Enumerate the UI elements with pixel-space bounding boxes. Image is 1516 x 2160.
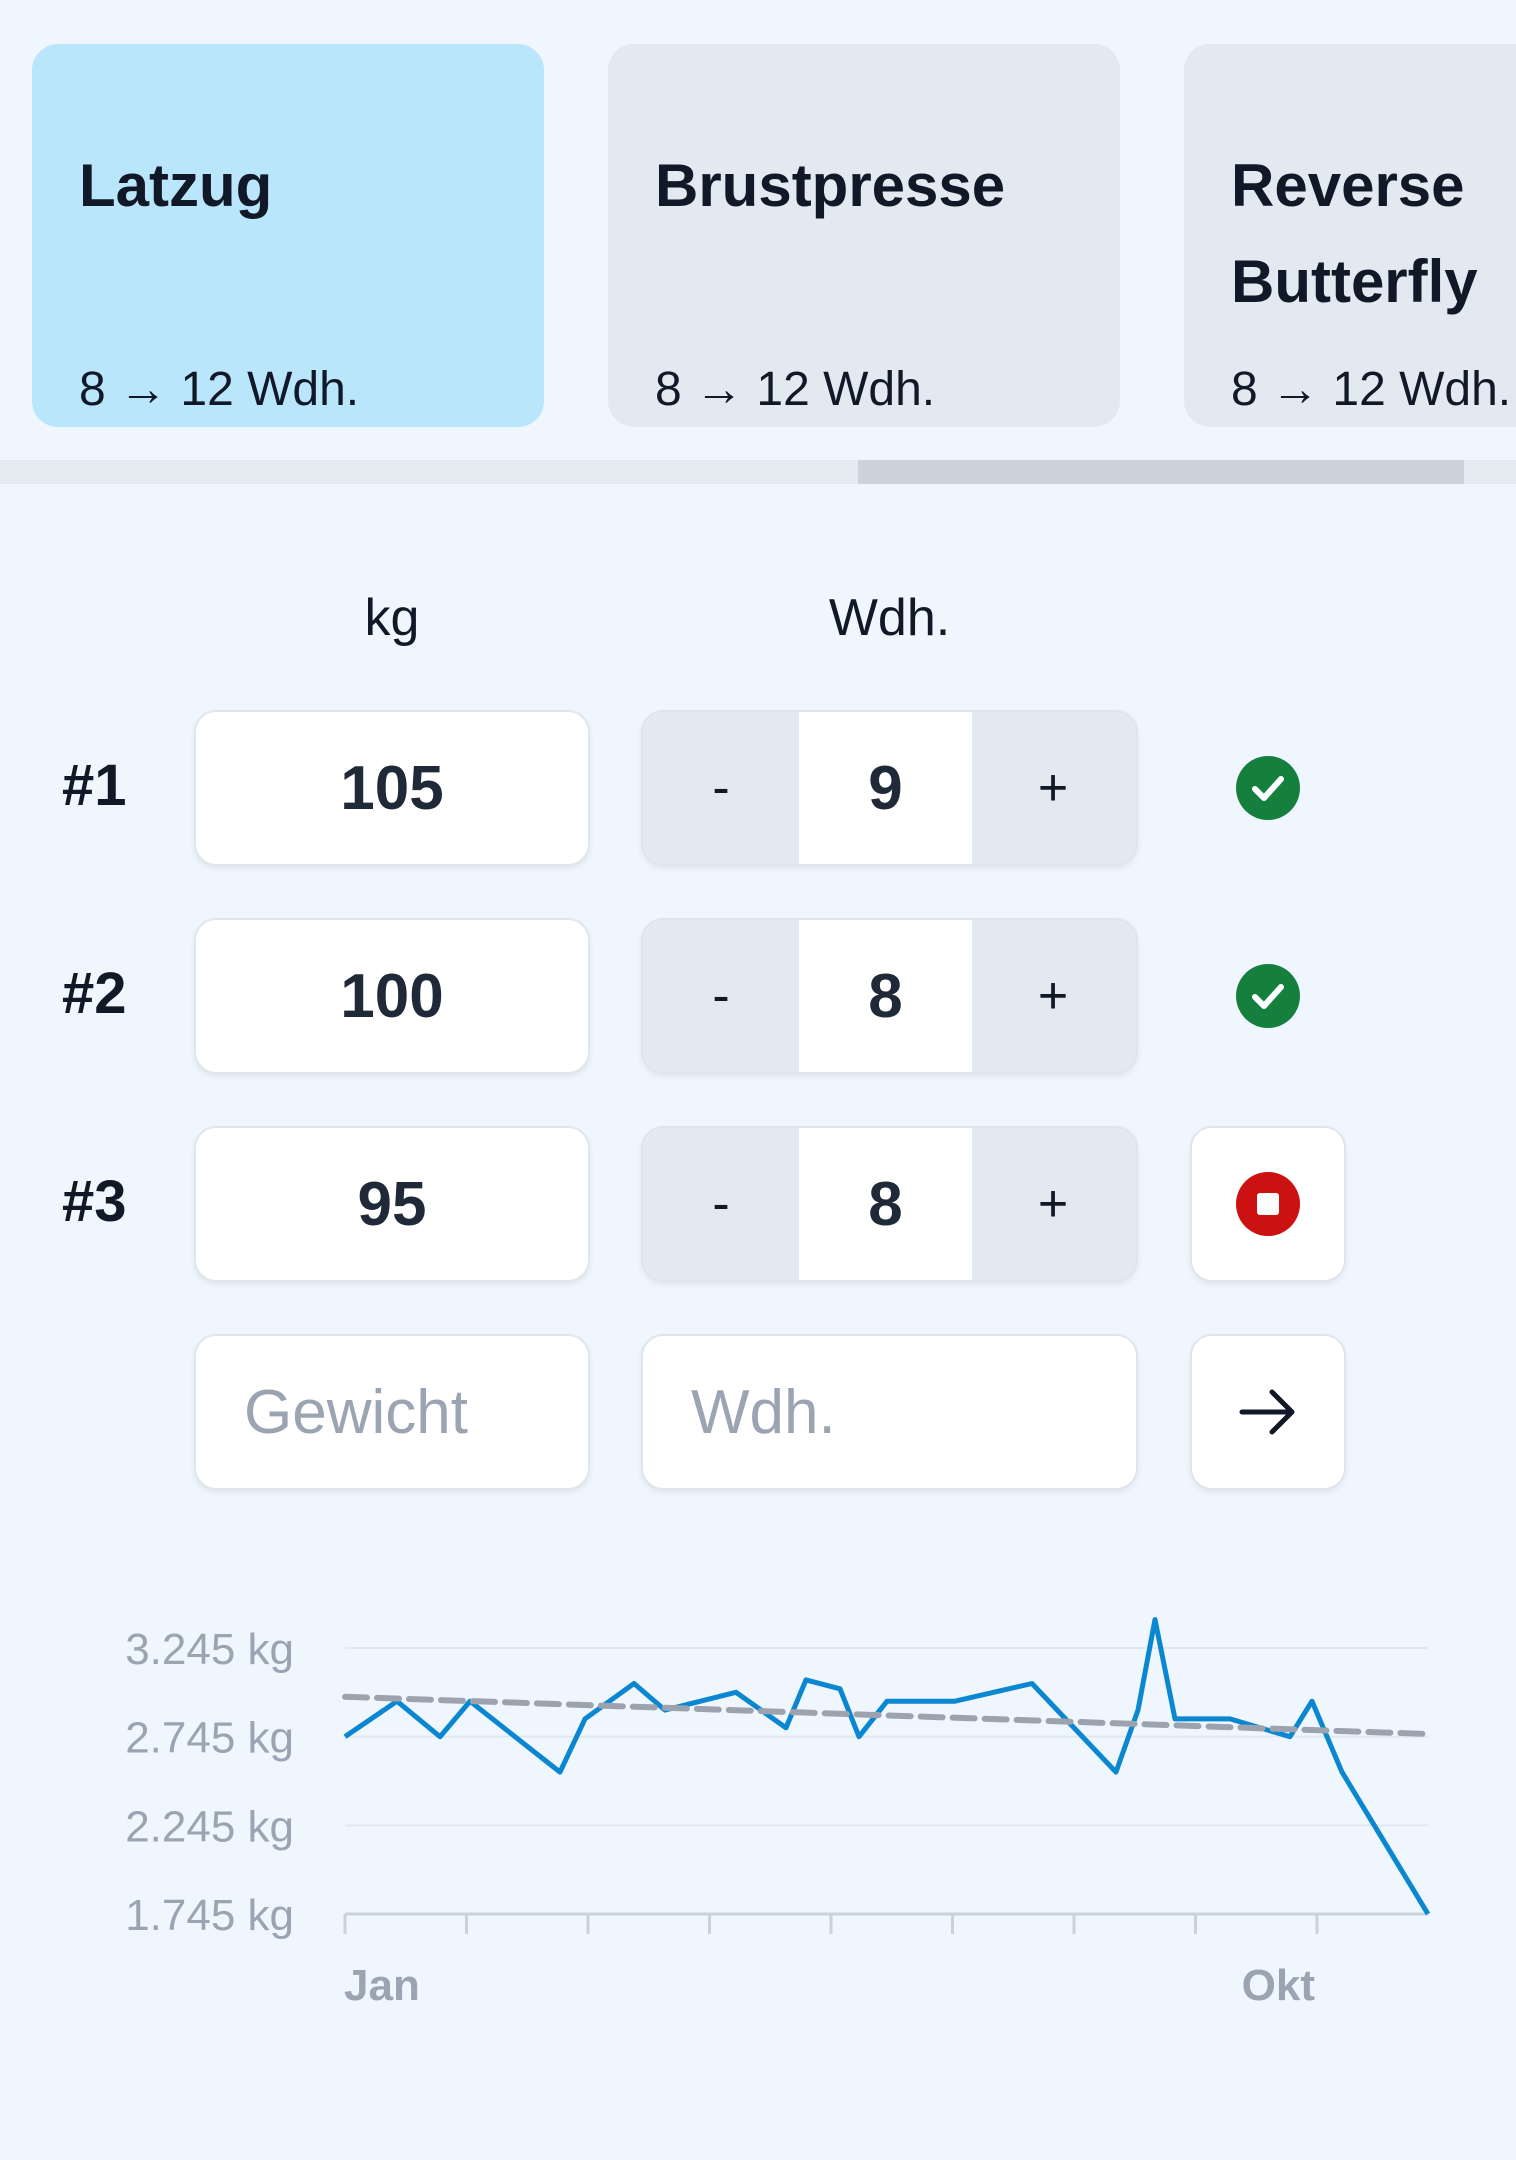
exercise-carousel: Latzug 8 → 12 Wdh. Brustpresse 8 → 12 Wd… xyxy=(0,0,1516,486)
exercise-card-latzug[interactable]: Latzug 8 → 12 Wdh. xyxy=(32,44,544,427)
weight-input[interactable]: 100 xyxy=(194,918,590,1074)
reps-value[interactable]: 8 xyxy=(799,920,972,1072)
weight-column-header: kg xyxy=(364,589,420,647)
y-tick-label: 2.245 kg xyxy=(125,1802,294,1851)
exercise-name: Latzug xyxy=(79,152,273,219)
set-number: #3 xyxy=(62,1169,127,1234)
y-tick-label: 1.745 kg xyxy=(125,1891,294,1940)
stop-circle-icon xyxy=(1236,1172,1300,1236)
arrow-right-icon xyxy=(1239,1389,1295,1435)
reps-stepper: - 9 + xyxy=(641,710,1138,866)
set-number: #2 xyxy=(62,961,127,1026)
set-number: #1 xyxy=(62,753,127,818)
carousel-scrollbar-thumb[interactable] xyxy=(858,460,1464,484)
increment-reps-button[interactable]: + xyxy=(970,712,1136,864)
chart-gridlines xyxy=(345,1647,1428,1916)
x-axis: Jan Okt xyxy=(343,1914,1319,2010)
decrement-reps-button[interactable]: - xyxy=(643,712,799,864)
set-complete-indicator[interactable] xyxy=(1190,918,1346,1074)
decrement-reps-button[interactable]: - xyxy=(643,1128,799,1280)
increment-reps-button[interactable]: + xyxy=(970,1128,1136,1280)
y-tick-label: 3.245 kg xyxy=(125,1625,294,1674)
x-tick-label: Okt xyxy=(1242,1961,1316,2010)
set-complete-indicator[interactable] xyxy=(1190,710,1346,866)
new-reps-input[interactable]: Wdh. xyxy=(641,1334,1138,1490)
exercise-card-reverse-butterfly[interactable]: Reverse Butterfly 8 → 12 Wdh. xyxy=(1184,44,1516,427)
exercise-rep-range: 8 → 12 Wdh. xyxy=(655,363,936,416)
exercise-rep-range: 8 → 12 Wdh. xyxy=(79,363,360,416)
reps-column-header: Wdh. xyxy=(828,589,951,647)
reps-stepper: - 8 + xyxy=(641,918,1138,1074)
reps-value[interactable]: 9 xyxy=(799,712,972,864)
reps-stepper: - 8 + xyxy=(641,1126,1138,1282)
exercise-card-brustpresse[interactable]: Brustpresse 8 → 12 Wdh. xyxy=(608,44,1120,427)
progress-chart: 3.245 kg 2.745 kg 2.245 kg 1.745 kg Jan Okt xyxy=(125,1617,1431,2010)
add-set-button[interactable] xyxy=(1190,1334,1346,1490)
weight-series-line xyxy=(343,1617,1431,1916)
y-tick-label: 2.745 kg xyxy=(125,1714,294,1763)
exercise-rep-range: 8 → 12 Wdh. xyxy=(1231,363,1512,416)
y-axis-labels: 3.245 kg 2.745 kg 2.245 kg 1.745 kg xyxy=(125,1625,294,1940)
reps-value[interactable]: 8 xyxy=(799,1128,972,1280)
x-tick-label: Jan xyxy=(344,1961,420,2010)
check-circle-icon xyxy=(1236,756,1300,820)
check-circle-icon xyxy=(1236,964,1300,1028)
stop-set-button[interactable] xyxy=(1190,1126,1346,1282)
weight-input[interactable]: 95 xyxy=(194,1126,590,1282)
weight-input[interactable]: 105 xyxy=(194,710,590,866)
decrement-reps-button[interactable]: - xyxy=(643,920,799,1072)
exercise-name: Brustpresse xyxy=(655,152,1006,219)
new-weight-input[interactable]: Gewicht xyxy=(194,1334,590,1490)
increment-reps-button[interactable]: + xyxy=(970,920,1136,1072)
exercise-name: Reverse Butterfly xyxy=(1231,152,1478,315)
chart-series xyxy=(342,1617,1431,1916)
